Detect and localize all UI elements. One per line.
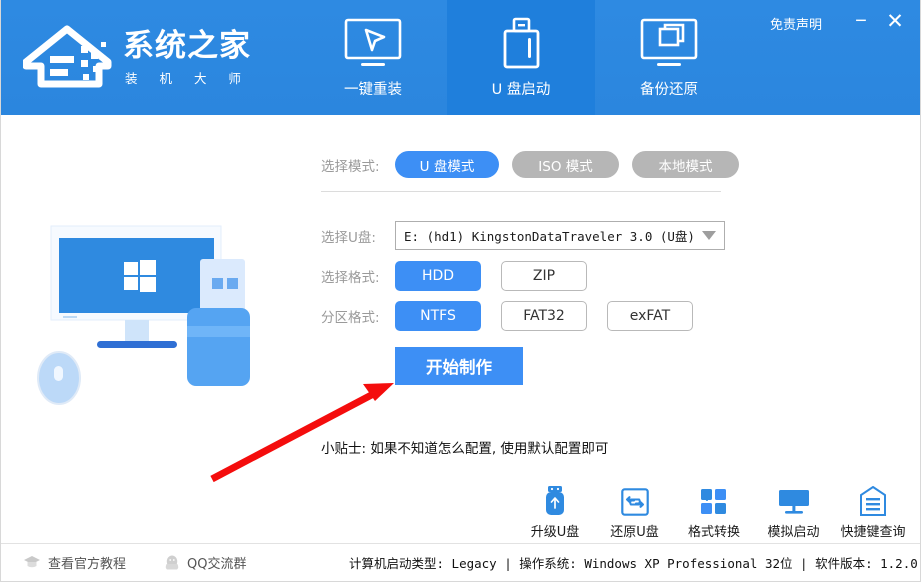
start-button[interactable]: 开始制作 [395,347,523,385]
app-header: 系统之家 装 机 大 师 一键重装 [1,0,921,115]
tutorial-link[interactable]: 查看官方教程 [23,553,126,572]
tool-simulate-boot[interactable]: 模拟启动 [755,484,833,540]
usb-select-label: 选择U盘: [321,226,395,246]
graduation-cap-icon [23,555,41,570]
usb-drive-icon [495,16,547,72]
qq-group-link[interactable]: QQ交流群 [164,553,246,572]
tool-label: 还原U盘 [610,521,659,540]
partition-row: 分区格式: NTFS FAT32 exFAT [321,301,693,331]
usb-upgrade-icon [544,484,566,516]
mode-option-usb[interactable]: U 盘模式 [395,151,499,178]
tab-label: U 盘启动 [492,78,551,99]
format-row: 选择格式: HDD ZIP [321,261,607,291]
disclaimer-link[interactable]: 免责声明 [770,14,822,33]
tab-one-key-reinstall[interactable]: 一键重装 [299,0,447,115]
tool-shortcuts: 升级U盘 还原U盘 [516,482,912,540]
qq-penguin-icon [164,554,180,571]
logo-subtitle: 装 机 大 师 [125,68,251,87]
tab-backup-restore[interactable]: 备份还原 [595,0,743,115]
mode-option-local[interactable]: 本地模式 [632,151,739,178]
tip-text: 小贴士: 如果不知道怎么配置, 使用默认配置即可 [321,437,608,457]
partition-option-exfat[interactable]: exFAT [607,301,693,331]
restore-refresh-icon [621,484,649,516]
tool-label: 格式转换 [688,521,740,540]
chevron-down-icon [702,231,716,240]
cursor-screen-icon [342,16,404,72]
partition-label: 分区格式: [321,306,395,326]
tab-label: 一键重装 [344,78,402,99]
hotkey-list-icon [860,484,886,516]
monitor-simulate-icon [778,484,810,516]
app-window: 系统之家 装 机 大 师 一键重装 [0,0,921,582]
logo-title: 系统之家 [123,29,251,63]
main-content: 选择模式: U 盘模式 ISO 模式 本地模式 选择U盘: E: (hd1) K… [1,115,921,542]
minimize-button[interactable]: − [848,8,874,34]
tab-usb-boot[interactable]: U 盘启动 [447,0,595,115]
tutorial-label: 查看官方教程 [48,553,126,572]
logo-text-block: 系统之家 装 机 大 师 [123,29,251,87]
section-divider [321,191,721,192]
partition-option-ntfs[interactable]: NTFS [395,301,481,331]
format-option-zip[interactable]: ZIP [501,261,587,291]
format-convert-icon [699,484,729,516]
windows-copy-icon [638,16,700,72]
format-label: 选择格式: [321,266,395,286]
tool-upgrade-usb[interactable]: 升级U盘 [516,484,594,540]
tool-hotkey-query[interactable]: 快捷键查询 [834,484,912,540]
tab-label: 备份还原 [640,78,698,99]
qq-label: QQ交流群 [187,553,246,572]
usb-select-row: 选择U盘: E: (hd1) KingstonDataTraveler 3.0 … [321,221,725,250]
status-bar: 查看官方教程 QQ交流群 计算机启动类型: Legacy | 操作系统: Win… [1,543,920,581]
partition-option-fat32[interactable]: FAT32 [501,301,587,331]
format-option-hdd[interactable]: HDD [395,261,481,291]
mode-row: 选择模式: U 盘模式 ISO 模式 本地模式 [321,151,739,178]
app-logo: 系统之家 装 机 大 师 [23,14,273,102]
tool-label: 快捷键查询 [840,521,905,540]
tool-label: 模拟启动 [767,521,819,540]
status-info-text: 计算机启动类型: Legacy | 操作系统: Windows XP Profe… [349,553,921,572]
pc-monitor-usb-mouse-illustration [29,220,291,410]
usb-select-value: E: (hd1) KingstonDataTraveler 3.0 (U盘) 2… [404,226,698,245]
mode-option-iso[interactable]: ISO 模式 [512,151,619,178]
tool-format-convert[interactable]: 格式转换 [675,484,753,540]
close-button[interactable]: ✕ [882,8,908,34]
usb-select-dropdown[interactable]: E: (hd1) KingstonDataTraveler 3.0 (U盘) 2… [395,221,725,250]
mode-label: 选择模式: [321,155,395,175]
tool-label: 升级U盘 [531,521,580,540]
tool-restore-usb[interactable]: 还原U盘 [596,484,674,540]
house-logo-icon [23,22,115,94]
